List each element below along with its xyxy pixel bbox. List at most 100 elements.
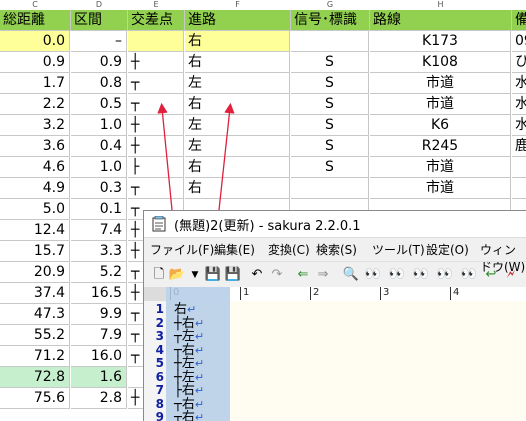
cell-total[interactable]: 4.9	[0, 178, 70, 199]
tool7-icon[interactable]: ↩	[482, 266, 500, 284]
cell-mark[interactable]: ┼	[128, 115, 184, 136]
cell-mark[interactable]: ┬	[128, 178, 184, 199]
cell-dir[interactable]: 右	[185, 31, 290, 52]
cell-interval[interactable]: 5.2	[71, 262, 127, 283]
cell-route[interactable]: 市道	[370, 94, 511, 115]
cell-route[interactable]: 市道	[370, 178, 511, 199]
redo-icon[interactable]: ↷	[268, 266, 286, 284]
cell-total[interactable]: 1.7	[0, 73, 70, 94]
cell-interval[interactable]: –	[71, 31, 127, 52]
cell-total[interactable]: 5.0	[0, 199, 70, 220]
tool8-icon[interactable]: 🗲	[502, 266, 520, 284]
cell-signal[interactable]	[291, 31, 369, 52]
cell-route[interactable]: K173	[370, 31, 511, 52]
tool1-icon[interactable]: 🔍	[342, 266, 360, 284]
sakura-editor-window[interactable]: (無題)2(更新) - sakura 2.2.0.1 ファイル(F) 編集(E) 変…	[143, 210, 526, 421]
cell-interval[interactable]: 0.8	[71, 73, 127, 94]
cell-interval[interactable]: 0.3	[71, 178, 127, 199]
editor-line[interactable]: ┼左↵	[174, 371, 204, 384]
cell-route[interactable]: 市道	[370, 157, 511, 178]
cell-mark[interactable]	[128, 31, 184, 52]
open-folder-icon[interactable]: 📂	[168, 266, 186, 284]
cell-dir[interactable]: 左	[185, 73, 290, 94]
cell-dir[interactable]: 右	[185, 157, 290, 178]
tool4-icon[interactable]: 👀	[412, 266, 430, 284]
cell-interval[interactable]: 16.0	[71, 346, 127, 367]
cell-interval[interactable]: 9.9	[71, 304, 127, 325]
cell-route[interactable]: K108	[370, 52, 511, 73]
column-letter-e[interactable]: E	[128, 0, 184, 10]
cell-interval[interactable]: 1.0	[71, 157, 127, 178]
cell-interval[interactable]: 0.9	[71, 52, 127, 73]
column-letter-d[interactable]: D	[71, 0, 127, 10]
tool2-icon[interactable]: 👀	[364, 266, 382, 284]
cell-interval[interactable]: 1.0	[71, 115, 127, 136]
back-icon[interactable]: ⇐	[294, 266, 312, 284]
cell-total[interactable]: 0.0	[0, 31, 70, 52]
cell-interval[interactable]: 0.5	[71, 94, 127, 115]
header-total-distance[interactable]: 総距離	[0, 10, 71, 31]
cell-total[interactable]: 47.3	[0, 304, 70, 325]
cell-note[interactable]: 水	[512, 73, 526, 94]
cell-note[interactable]: 水	[512, 115, 526, 136]
cell-route[interactable]: 市道	[370, 73, 511, 94]
cell-mark[interactable]: ┼	[128, 52, 184, 73]
menu-item-3[interactable]: 検索(S)	[316, 241, 357, 258]
cell-dir[interactable]: 右	[185, 94, 290, 115]
column-letter-i[interactable]: I	[512, 0, 526, 10]
column-letter-g[interactable]: G	[291, 0, 369, 10]
save-all-icon[interactable]: 💾	[224, 266, 242, 284]
header-notes[interactable]: 備	[512, 10, 526, 31]
cell-interval[interactable]: 7.4	[71, 220, 127, 241]
editor-line[interactable]: 右↵	[174, 303, 196, 316]
forward-icon[interactable]: ⇒	[314, 266, 332, 284]
cell-total[interactable]: 72.8	[0, 367, 70, 388]
cell-interval[interactable]: 7.9	[71, 325, 127, 346]
cell-interval[interactable]: 0.1	[71, 199, 127, 220]
header-interval[interactable]: 区間	[71, 10, 128, 31]
menu-item-1[interactable]: 編集(E)	[214, 241, 255, 258]
cell-total[interactable]: 71.2	[0, 346, 70, 367]
cell-total[interactable]: 15.7	[0, 241, 70, 262]
menu-item-2[interactable]: 変換(C)	[268, 241, 310, 258]
column-letter-c[interactable]: C	[0, 0, 70, 10]
cell-total[interactable]: 0.9	[0, 52, 70, 73]
cell-total[interactable]: 20.9	[0, 262, 70, 283]
tool5-icon[interactable]: 👀	[436, 266, 454, 284]
menu-item-0[interactable]: ファイル(F)	[150, 241, 214, 258]
cell-mark[interactable]: ┬	[128, 94, 184, 115]
editor-line[interactable]: ┬左↵	[174, 330, 204, 343]
cell-total[interactable]: 3.6	[0, 136, 70, 157]
cell-signal[interactable]: S	[291, 94, 369, 115]
menu-item-5[interactable]: 設定(O)	[426, 241, 469, 258]
cell-mark[interactable]: ┼	[128, 136, 184, 157]
save-icon[interactable]: 💾	[204, 266, 222, 284]
cell-mark[interactable]: ┬	[128, 73, 184, 94]
cell-dir[interactable]: 右	[185, 178, 290, 199]
tool3-icon[interactable]: 👀	[388, 266, 406, 284]
cell-dir[interactable]: 左	[185, 136, 290, 157]
cell-interval[interactable]: 0.4	[71, 136, 127, 157]
header-intersection[interactable]: 交差点	[128, 10, 185, 31]
cell-total[interactable]: 12.4	[0, 220, 70, 241]
cell-note[interactable]: ひ	[512, 52, 526, 73]
cell-signal[interactable]: S	[291, 136, 369, 157]
editor-titlebar[interactable]: (無題)2(更新) - sakura 2.2.0.1	[144, 211, 526, 238]
editor-line[interactable]: ┼右↵	[174, 317, 204, 330]
cell-note[interactable]: 09	[512, 31, 526, 52]
undo-icon[interactable]: ↶	[248, 266, 266, 284]
cell-interval[interactable]: 2.8	[71, 388, 127, 409]
cell-total[interactable]: 3.2	[0, 115, 70, 136]
editor-line[interactable]: ┬右↵	[174, 398, 204, 411]
cell-route[interactable]: R245	[370, 136, 511, 157]
dropdown-icon[interactable]: ▼	[186, 266, 204, 284]
cell-signal[interactable]: S	[291, 115, 369, 136]
menu-item-4[interactable]: ツール(T)	[372, 241, 425, 258]
tool6-icon[interactable]: 👀	[460, 266, 478, 284]
cell-signal[interactable]	[291, 178, 369, 199]
cell-note[interactable]: 鹿	[512, 136, 526, 157]
cell-total[interactable]: 4.6	[0, 157, 70, 178]
header-signal[interactable]: 信号･標識	[291, 10, 370, 31]
header-route[interactable]: 路線	[370, 10, 512, 31]
cell-dir[interactable]: 左	[185, 115, 290, 136]
